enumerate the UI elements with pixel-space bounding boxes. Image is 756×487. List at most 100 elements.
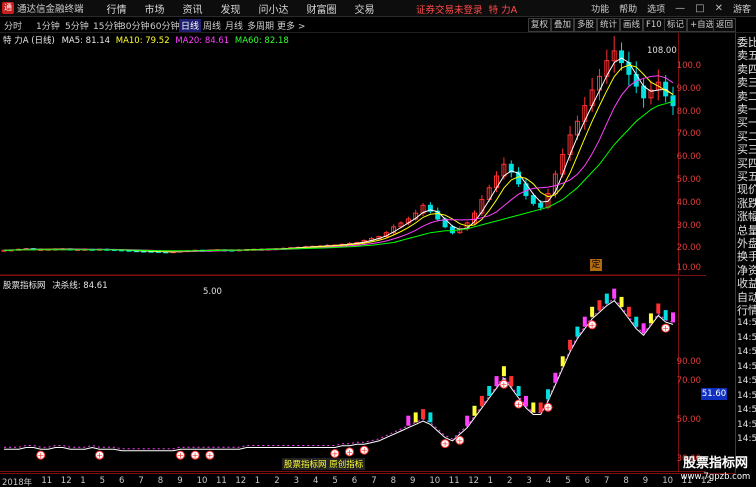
period-daily[interactable]: 日线 [179, 19, 202, 32]
candle-body [641, 85, 647, 99]
mark-button[interactable]: 标记 [664, 18, 688, 32]
time-axis: 2018年 11 12 1 5 6 7 8 9 10 11 12 1 2 3 4 5 6 7 8 9 10 11 12 1 2 3 4… [0, 473, 735, 487]
quote-item: 买一 [737, 116, 756, 130]
period-more[interactable]: 更多 > [277, 19, 305, 32]
y-label-40: 40.00 [676, 198, 701, 208]
buy-marker-glyph: + [192, 451, 199, 460]
indicator-source: 股票指标网 [3, 281, 46, 291]
title-stock-name: 特 力A [488, 5, 518, 16]
x-tick-label: 8 [390, 476, 397, 486]
x-tick-label: 2 [507, 476, 513, 486]
buy-marker-glyph: + [662, 324, 669, 333]
indicator-header: 股票指标网 决杀线: 84.61 [3, 279, 108, 291]
menu-news[interactable]: 资讯 [183, 1, 203, 16]
buy-marker-glyph: + [515, 400, 522, 409]
period-monthly[interactable]: 月线 [225, 19, 243, 32]
quote-item: 14:56 [737, 376, 756, 387]
menu-wealth-circle[interactable]: 财富圈 [307, 1, 337, 16]
signal-bar [626, 306, 631, 317]
x-tick-label: 10 [196, 476, 208, 486]
menu-trade[interactable]: 交易 [355, 1, 375, 16]
buy-marker-glyph: + [442, 440, 449, 449]
event-marker[interactable]: 定 [590, 259, 602, 271]
y-label-70: 70.00 [676, 129, 701, 139]
quote-item: 卖一 [737, 103, 756, 116]
signal-bar [472, 405, 477, 416]
period-5min[interactable]: 5分钟 [65, 19, 89, 32]
maximize-icon[interactable]: □ [695, 3, 704, 14]
quote-item: 14:56 [737, 405, 756, 416]
buy-marker-glyph: + [96, 451, 103, 460]
main-chart-pane[interactable]: 特 力A (日线) MA5: 81.14 MA10: 79.52 MA20: 8… [0, 33, 706, 276]
quote-item: 卖四 [737, 62, 756, 76]
quote-item: 14:55 [737, 318, 756, 329]
period-30min[interactable]: 30分钟 [120, 19, 149, 32]
minimize-icon[interactable]: — [675, 3, 685, 14]
signal-bar [465, 415, 470, 426]
candle-body [670, 95, 676, 107]
draw-line-button[interactable]: 画线 [620, 18, 644, 32]
x-tick-label: 3 [293, 476, 300, 486]
ma20-line [3, 75, 674, 252]
quote-item: 总量 [737, 223, 756, 237]
buy-marker-glyph: + [501, 380, 508, 389]
period-1min[interactable]: 1分钟 [36, 19, 60, 32]
menu-help[interactable]: 帮助 [619, 2, 637, 15]
login-status[interactable]: 证券交易未登录 特 力A [416, 2, 517, 16]
menu-discover[interactable]: 发现 [221, 1, 241, 16]
menu-options[interactable]: 选项 [647, 2, 665, 15]
period-60min[interactable]: 60分钟 [150, 19, 179, 32]
indicator-canvas[interactable]: + + + + + + + ++ +++ ++ + [0, 277, 706, 472]
candle-body [619, 50, 625, 64]
x-tick-label: 6 [584, 476, 591, 486]
x-tick-label: 12 [468, 476, 480, 486]
ma5-line [3, 57, 674, 253]
x-tick-label: 4 [313, 476, 319, 486]
signal-bar [553, 372, 558, 383]
signal-bar [501, 366, 506, 377]
period-multi[interactable]: 多周期 [247, 19, 274, 32]
watermark: 股票指标网 www.7gpzb.com [675, 452, 756, 487]
guest-user[interactable]: 游客 [733, 2, 751, 15]
period-15min[interactable]: 15分钟 [93, 19, 122, 32]
x-tick-label: 8 [623, 476, 629, 486]
x-tick-label: 11 [216, 476, 227, 486]
sub-y-label-70: 70.00 [676, 376, 701, 386]
signal-bar [531, 402, 536, 413]
x-tick-label: 8 [157, 476, 164, 486]
period-weekly[interactable]: 周线 [203, 19, 221, 32]
menu-ask-assistant[interactable]: 问小达 [259, 1, 289, 16]
x-tick-label: 6 [119, 476, 125, 486]
x-tick-label: 3 [526, 476, 532, 486]
x-tick-label: 5 [332, 476, 338, 486]
x-tick-label: 7 [604, 476, 610, 486]
main-chart-canvas[interactable] [0, 33, 706, 276]
f10-button[interactable]: F10 [643, 18, 665, 32]
x-tick-label: 2018年 [2, 478, 33, 487]
quote-item: 外盘 [737, 237, 756, 250]
x-tick-label: 2 [274, 476, 280, 486]
quote-panel: 委比卖五卖四卖三卖二卖一买一买二买三买四买五现价涨跌涨幅总量外盘换手净资收益自动… [735, 33, 756, 473]
menu-functions[interactable]: 功能 [591, 2, 609, 15]
buy-marker-glyph: + [206, 451, 213, 460]
ma5-label: MA5: 81.14 [61, 36, 111, 46]
close-icon[interactable]: ✕ [715, 3, 723, 14]
x-tick-label: 4 [545, 476, 552, 486]
adjust-button[interactable]: 复权 [528, 18, 552, 32]
menu-market[interactable]: 市场 [145, 1, 165, 16]
back-button[interactable]: 返回 [713, 18, 737, 32]
indicator-y-axis: 90.00 70.00 50.00 30.00 [676, 277, 706, 472]
signal-bar [634, 316, 639, 327]
indicator-pane[interactable]: + + + + + + + + + + + + + + + 股票指标网 决杀线: 84.61 股票指标网 原… [0, 277, 727, 472]
menu-bar: 通 通达信金融终端 行情 市场 资讯 发现 问小达 财富圈 交易 证券交易未登录… [0, 0, 756, 17]
signal-bar [582, 316, 587, 327]
overlay-button[interactable]: 叠加 [551, 18, 575, 32]
statistics-button[interactable]: 统计 [597, 18, 621, 32]
signal-bar [428, 412, 433, 423]
multi-stock-button[interactable]: 多股 [574, 18, 598, 32]
x-tick-label: 6 [351, 476, 358, 486]
period-intraday[interactable]: 分时 [4, 19, 22, 32]
signal-bar [421, 409, 426, 420]
signal-bar [641, 323, 646, 334]
menu-quotes[interactable]: 行情 [107, 1, 127, 16]
